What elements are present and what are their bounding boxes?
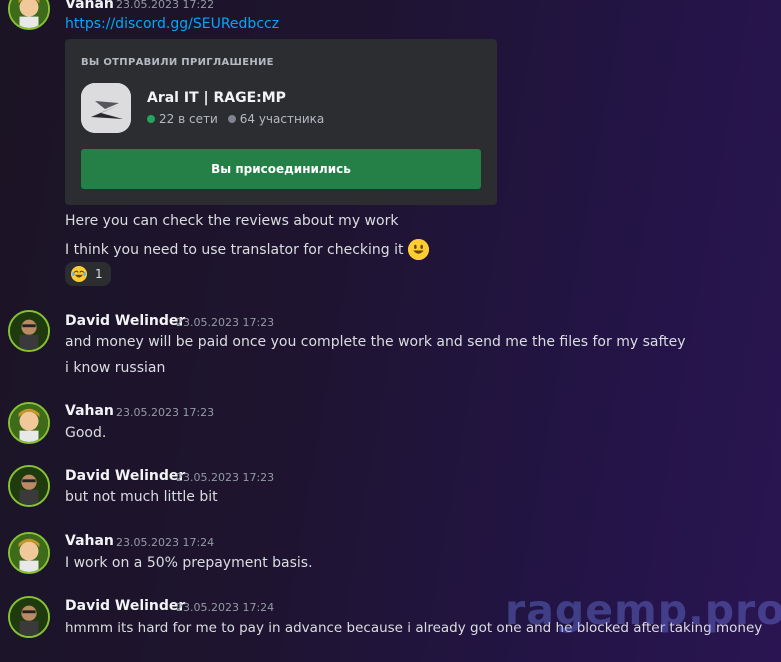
- message-author[interactable]: David Welinder: [65, 313, 185, 329]
- reaction-count: 1: [95, 267, 103, 281]
- member-dot-icon: [227, 115, 236, 123]
- invite-header: ВЫ ОТПРАВИЛИ ПРИГЛАШЕНИЕ: [81, 57, 274, 68]
- avatar-david[interactable]: [8, 465, 50, 507]
- message-author[interactable]: Vahan: [65, 0, 114, 12]
- message-text: i know russian: [65, 360, 166, 376]
- avatar-vahan[interactable]: [8, 402, 50, 444]
- message-text: and money will be paid once you complete…: [65, 334, 686, 350]
- member-count: 64 участника: [239, 112, 325, 126]
- guild-icon[interactable]: [81, 83, 131, 133]
- message-author[interactable]: David Welinder: [65, 468, 185, 484]
- message-timestamp: 23.05.2023 17:24: [176, 601, 275, 614]
- message-timestamp: 23.05.2023 17:22: [116, 0, 215, 11]
- message-timestamp: 23.05.2023 17:23: [176, 471, 275, 484]
- joy-emoji-icon: [71, 266, 87, 282]
- guild-stats: 22 в сети 64 участника: [147, 112, 324, 126]
- message-text: but not much little bit: [65, 489, 218, 505]
- message-timestamp: 23.05.2023 17:23: [176, 316, 275, 329]
- message-text: Here you can check the reviews about my …: [65, 213, 399, 229]
- message-text-inner: I think you need to use translator for c…: [65, 241, 404, 258]
- message-timestamp: 23.05.2023 17:23: [116, 406, 215, 419]
- guild-name: Aral IT | RAGE:MP: [147, 90, 286, 106]
- online-dot-icon: [147, 115, 155, 123]
- message-text: https://discord.gg/SEURedbccz: [65, 16, 279, 32]
- avatar-vahan[interactable]: [8, 532, 50, 574]
- message-text: I think you need to use translator for c…: [65, 239, 429, 260]
- message-text: Good.: [65, 425, 107, 441]
- reaction-pill[interactable]: 1: [65, 262, 111, 286]
- watermark: ragemp.pro: [505, 586, 781, 634]
- message-author[interactable]: Vahan: [65, 533, 114, 549]
- online-count: 22 в сети: [159, 112, 218, 126]
- message-timestamp: 23.05.2023 17:24: [116, 536, 215, 549]
- message-author[interactable]: Vahan: [65, 403, 114, 419]
- avatar-david[interactable]: [8, 310, 50, 352]
- message-author[interactable]: David Welinder: [65, 598, 185, 614]
- avatar-david[interactable]: [8, 596, 50, 638]
- message-text: I work on a 50% prepayment basis.: [65, 555, 313, 571]
- invite-link[interactable]: https://discord.gg/SEURedbccz: [65, 16, 279, 32]
- invite-card: ВЫ ОТПРАВИЛИ ПРИГЛАШЕНИЕ Aral IT | RAGE:…: [65, 39, 497, 205]
- avatar-vahan[interactable]: [8, 0, 50, 30]
- smile-emoji-icon: [407, 239, 429, 260]
- joined-button[interactable]: Вы присоединились: [81, 149, 481, 189]
